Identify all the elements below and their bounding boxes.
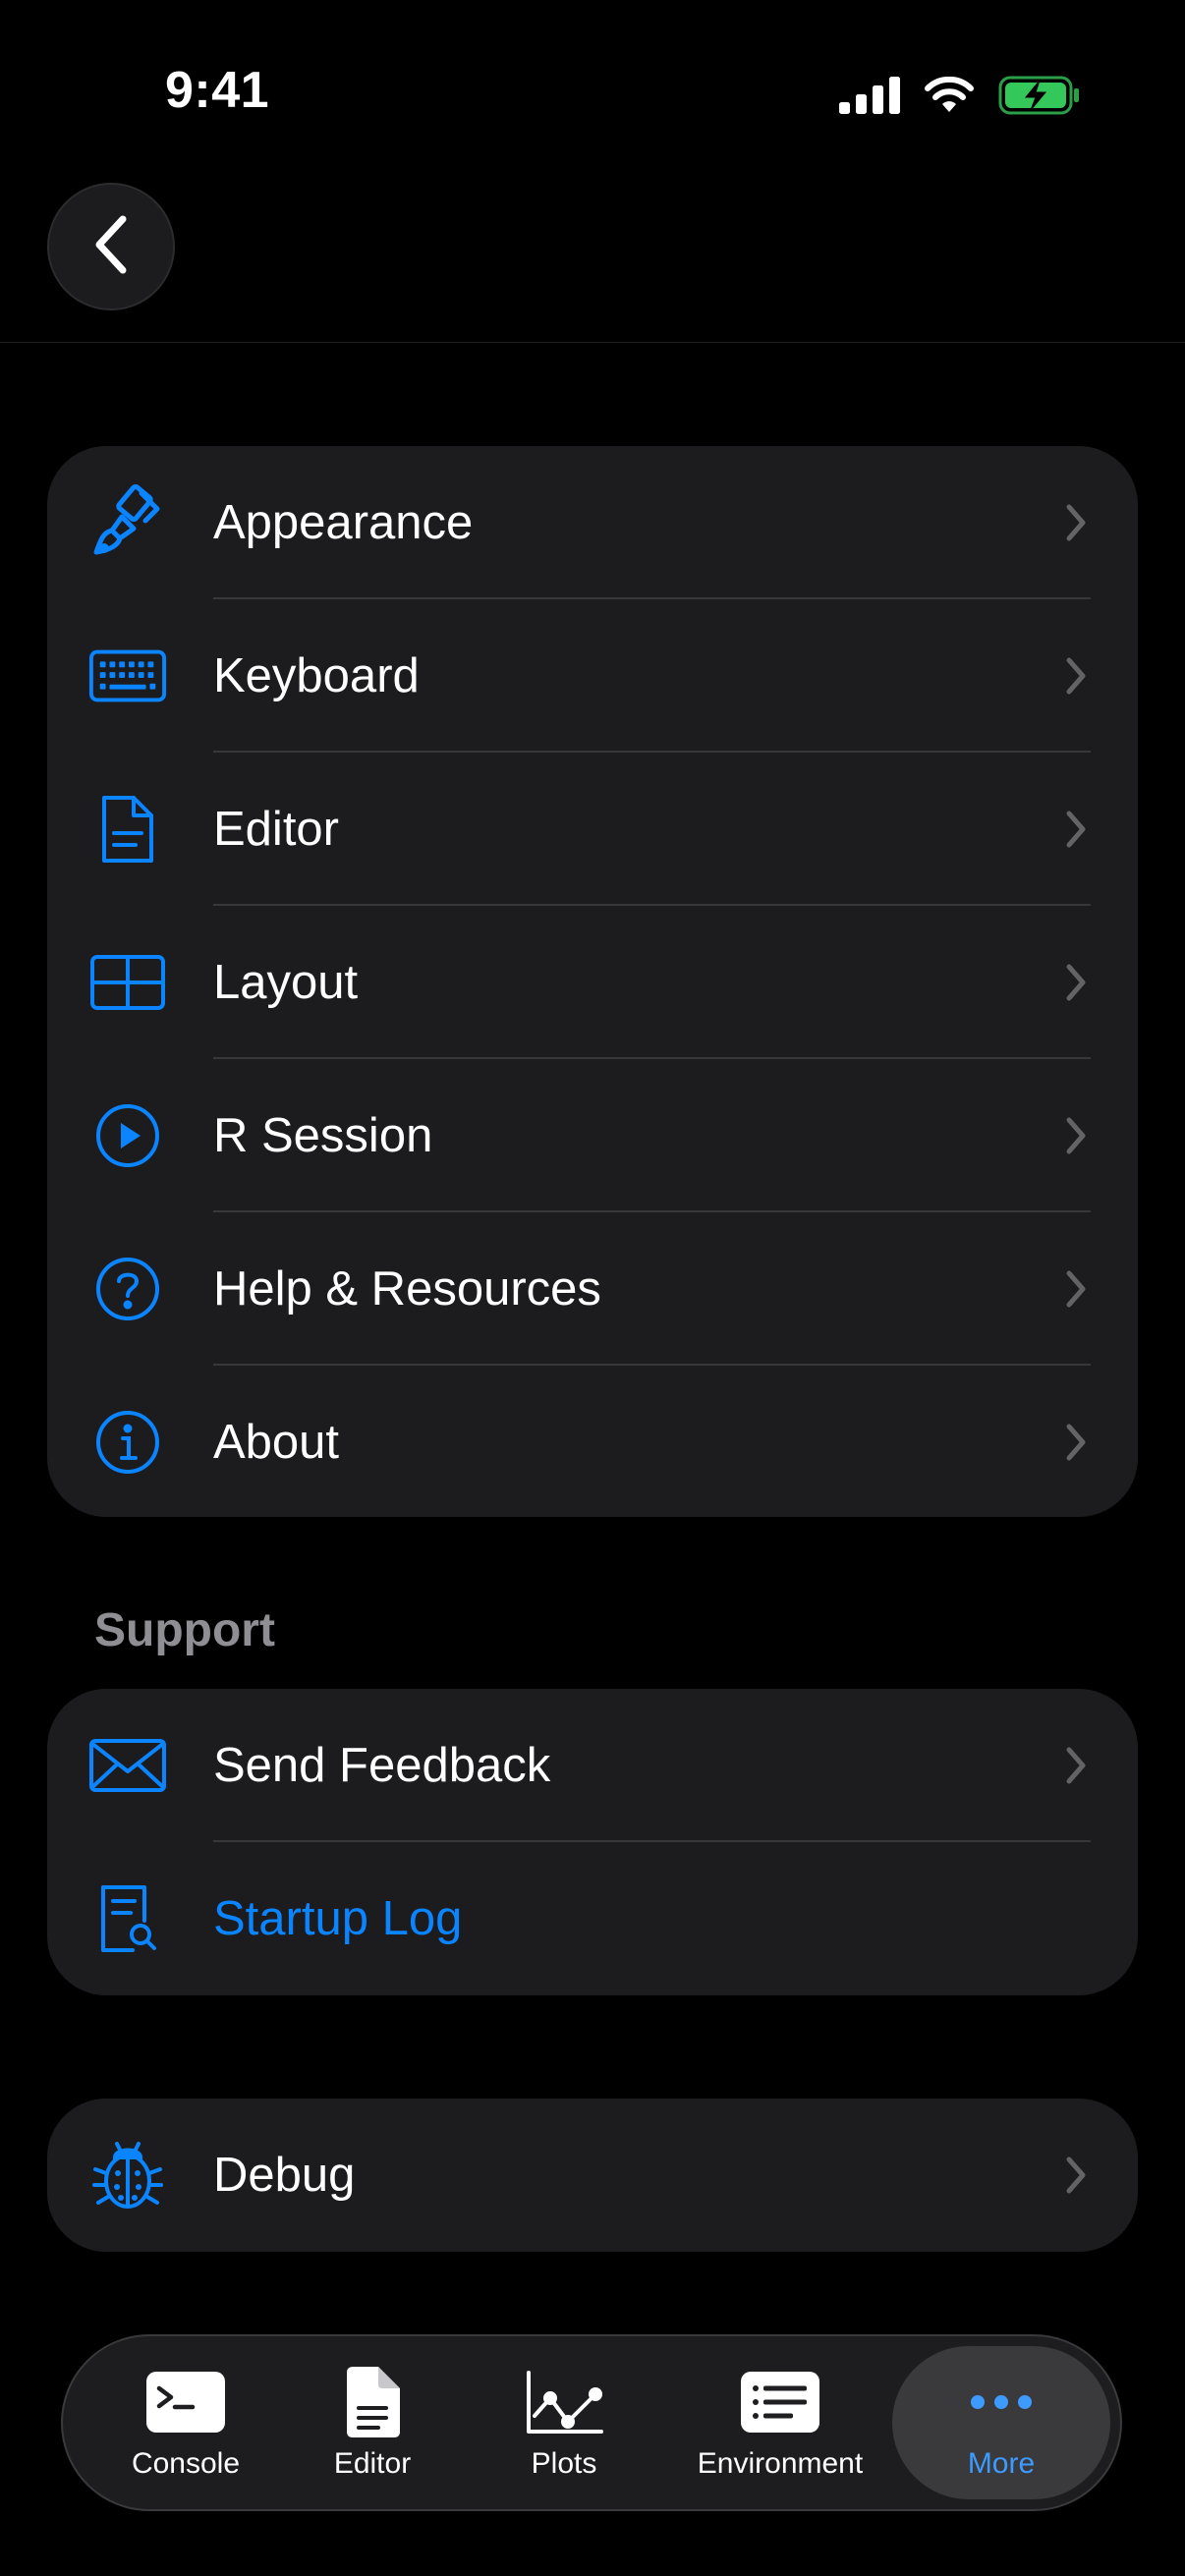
tab-bar: Console Editor Plots Environment More (61, 2334, 1122, 2511)
document-text-icon (343, 2365, 402, 2439)
chevron-left-icon (91, 215, 131, 279)
tab-label: Environment (697, 2447, 864, 2480)
settings-row-about[interactable]: About (47, 1366, 1138, 1517)
settings-row-keyboard[interactable]: Keyboard (47, 599, 1138, 753)
debug-row-label: Debug (213, 2149, 356, 2202)
settings-row-label: Help & Resources (213, 1262, 601, 1316)
settings-row-layout[interactable]: Layout (47, 906, 1138, 1059)
settings-row-editor[interactable]: Editor (47, 753, 1138, 906)
chevron-right-icon (1061, 1744, 1091, 1787)
settings-row-appearance[interactable]: Appearance (47, 446, 1138, 599)
chevron-right-icon (1061, 654, 1091, 698)
keyboard-icon (88, 637, 167, 715)
wifi-icon (924, 76, 975, 119)
tab-environment[interactable]: Environment (682, 2336, 878, 2509)
tab-console[interactable]: Console (112, 2336, 259, 2509)
support-section-header: Support (94, 1604, 275, 1656)
chevron-right-icon (1061, 1267, 1091, 1311)
settings-row-r-session[interactable]: R Session (47, 1059, 1138, 1212)
question-circle-icon (88, 1250, 167, 1328)
settings-row-label: Editor (213, 803, 340, 856)
ladybug-icon (88, 2136, 167, 2214)
back-button[interactable] (47, 183, 175, 310)
play-circle-icon (88, 1096, 167, 1175)
line-chart-icon (525, 2365, 603, 2439)
status-bar: 9:41 (0, 0, 1185, 187)
ellipsis-icon (968, 2365, 1035, 2439)
tab-label: More (967, 2447, 1036, 2480)
support-row-startup-log[interactable]: Startup Log (47, 1842, 1138, 1995)
terminal-icon (145, 2365, 226, 2439)
list-icon (740, 2365, 820, 2439)
settings-row-label: About (213, 1416, 340, 1469)
chevron-right-icon (1061, 961, 1091, 1004)
battery-charging-icon (998, 76, 1081, 120)
paintbrush-icon (88, 483, 167, 562)
envelope-icon (88, 1726, 167, 1805)
settings-row-help[interactable]: Help & Resources (47, 1212, 1138, 1366)
settings-group: Appearance Keyboard Editor Layout R Sess… (47, 446, 1138, 1517)
status-icons (839, 71, 1081, 124)
settings-row-label: Appearance (213, 496, 474, 549)
document-search-icon (88, 1879, 167, 1958)
settings-row-label: Layout (213, 956, 359, 1009)
chevron-right-icon (1061, 501, 1091, 544)
tab-editor[interactable]: Editor (309, 2336, 436, 2509)
support-row-label: Send Feedback (213, 1739, 551, 1792)
chevron-right-icon (1061, 808, 1091, 851)
chevron-right-icon (1061, 1114, 1091, 1157)
info-circle-icon (88, 1403, 167, 1482)
settings-row-label: Keyboard (213, 649, 420, 702)
tab-plots[interactable]: Plots (505, 2336, 623, 2509)
settings-row-label: R Session (213, 1109, 433, 1162)
cellular-signal-icon (839, 76, 900, 119)
support-row-send-feedback[interactable]: Send Feedback (47, 1689, 1138, 1842)
nav-divider (0, 342, 1185, 343)
tab-label: Console (131, 2447, 241, 2480)
debug-row[interactable]: Debug (47, 2099, 1138, 2252)
status-time: 9:41 (165, 62, 270, 119)
support-row-label: Startup Log (213, 1892, 463, 1945)
chevron-right-icon (1061, 1421, 1091, 1464)
tab-label: Editor (333, 2447, 412, 2480)
layout-grid-icon (88, 943, 167, 1022)
tab-label: Plots (531, 2447, 597, 2480)
document-icon (88, 790, 167, 868)
tab-more[interactable]: More (928, 2336, 1075, 2509)
debug-group: Debug (47, 2099, 1138, 2252)
chevron-right-icon (1061, 2154, 1091, 2197)
support-group: Send Feedback Startup Log (47, 1689, 1138, 1995)
